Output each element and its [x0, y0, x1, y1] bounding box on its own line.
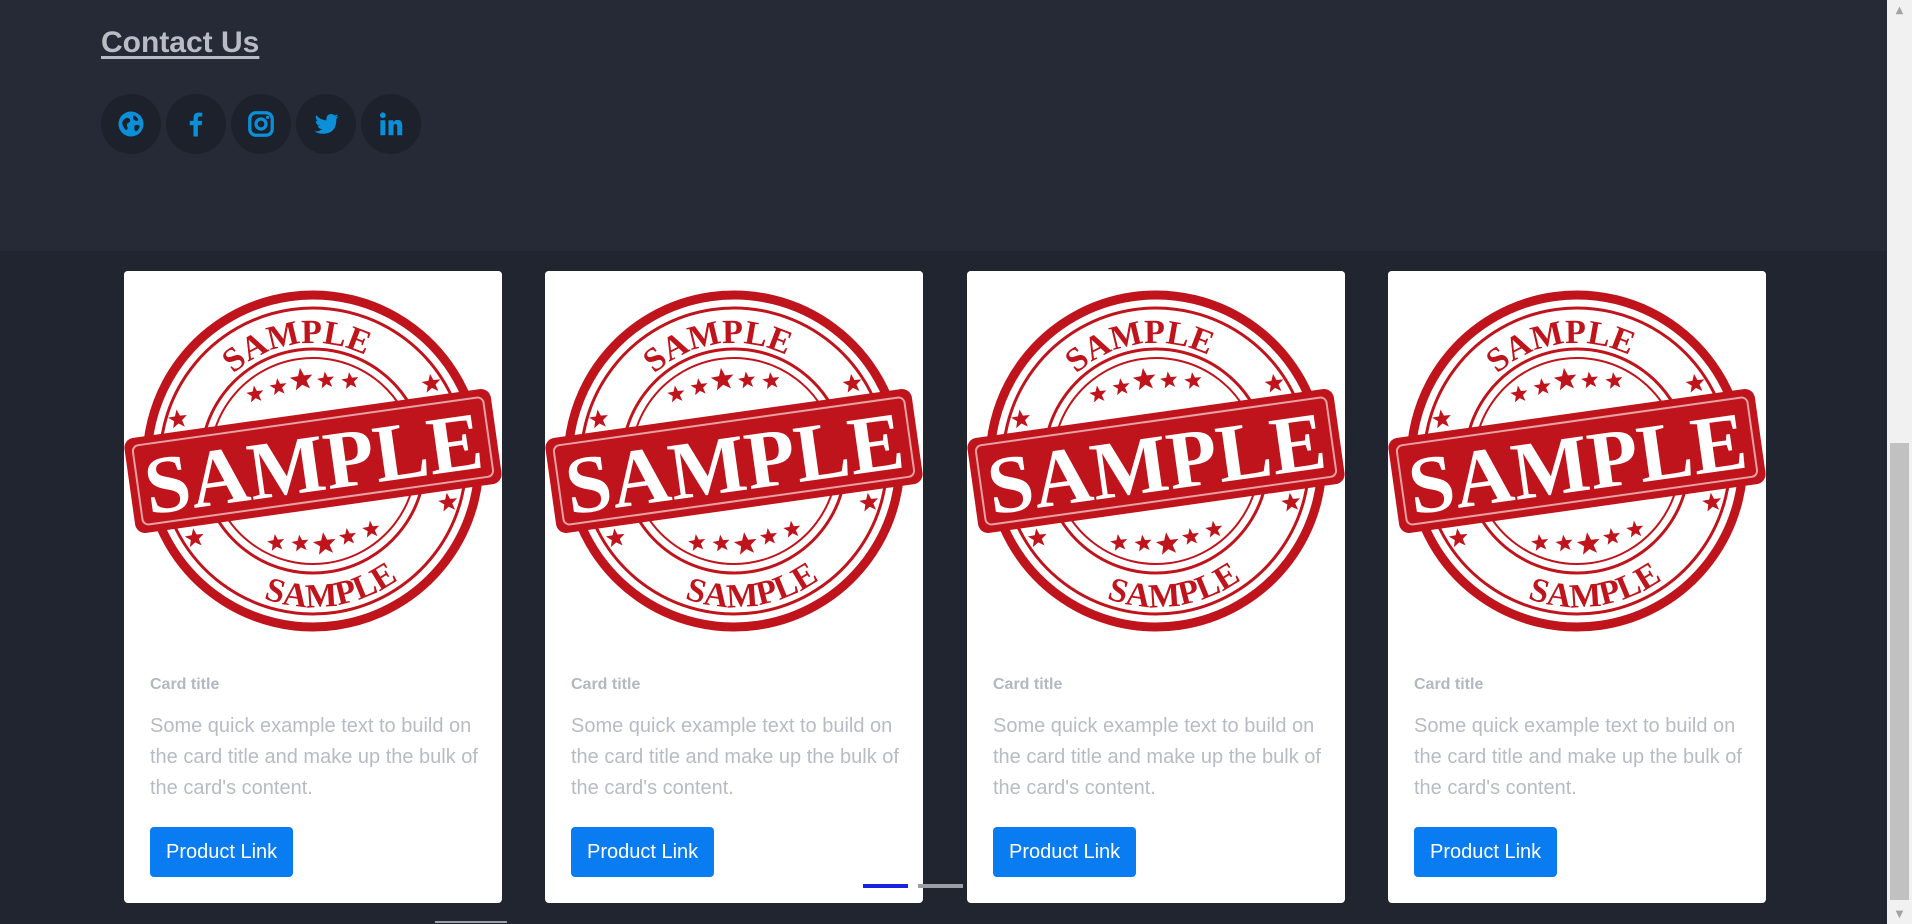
social-links	[101, 94, 421, 154]
card-image: SAMPLE SAMPLE SAMPLE	[545, 271, 923, 651]
product-card: SAMPLE SAMPLE SAMPLE Card title Some quick…	[967, 271, 1345, 903]
product-link-button[interactable]: Product Link	[150, 827, 294, 877]
facebook-icon	[189, 112, 203, 137]
product-card: SAMPLE SAMPLE SAMPLE Card title Some quick…	[545, 271, 923, 903]
linkedin-icon	[380, 112, 403, 136]
card-text: Some quick example text to build on the …	[571, 715, 899, 799]
product-link-button[interactable]: Product Link	[571, 827, 715, 877]
product-card: SAMPLE SAMPLE SAMPLE Card title Some quick…	[124, 271, 502, 903]
social-facebook-button[interactable]	[166, 94, 226, 154]
sample-stamp-image: SAMPLESAMPLESAMPLE	[1388, 290, 1766, 632]
carousel-indicator[interactable]	[918, 884, 963, 888]
card-title: Card title	[1414, 676, 1484, 693]
carousel-indicator-active[interactable]	[863, 884, 908, 888]
scroll-up-arrow-icon[interactable]: ▲	[1887, 0, 1912, 20]
product-card: SAMPLE SAMPLE SAMPLE Card title Some quick…	[1388, 271, 1766, 903]
card-text: Some quick example text to build on the …	[1414, 715, 1742, 799]
sample-stamp-image: SAMPLESAMPLESAMPLE	[967, 290, 1345, 632]
social-instagram-button[interactable]	[231, 94, 291, 154]
product-link-button[interactable]: Product Link	[1414, 827, 1558, 877]
contact-section: Contact Us	[0, 0, 1887, 251]
globe-icon	[118, 111, 144, 137]
card-title: Card title	[150, 676, 220, 693]
card-text: Some quick example text to build on the …	[150, 715, 478, 799]
social-website-button[interactable]	[101, 94, 161, 154]
divider	[435, 921, 507, 923]
card-image: SAMPLE SAMPLE SAMPLE	[1388, 271, 1766, 651]
card-text: Some quick example text to build on the …	[993, 715, 1321, 799]
contact-us-heading[interactable]: Contact Us	[101, 26, 259, 60]
social-linkedin-button[interactable]	[361, 94, 421, 154]
scroll-down-arrow-icon[interactable]: ▼	[1887, 904, 1912, 924]
twitter-icon	[314, 114, 339, 134]
social-twitter-button[interactable]	[296, 94, 356, 154]
vertical-scrollbar[interactable]: ▲ ▼	[1887, 0, 1912, 924]
card-title: Card title	[993, 676, 1063, 693]
card-image: SAMPLE SAMPLE SAMPLE	[967, 271, 1345, 651]
card-image: SAMPLE SAMPLE SAMPLE	[124, 271, 502, 651]
scrollbar-thumb[interactable]	[1890, 443, 1909, 900]
sample-stamp-image: SAMPLESAMPLESAMPLE	[124, 290, 502, 632]
sample-stamp-image: SAMPLESAMPLESAMPLE	[545, 290, 923, 632]
card-title: Card title	[571, 676, 641, 693]
product-link-button[interactable]: Product Link	[993, 827, 1137, 877]
instagram-icon	[248, 111, 274, 137]
